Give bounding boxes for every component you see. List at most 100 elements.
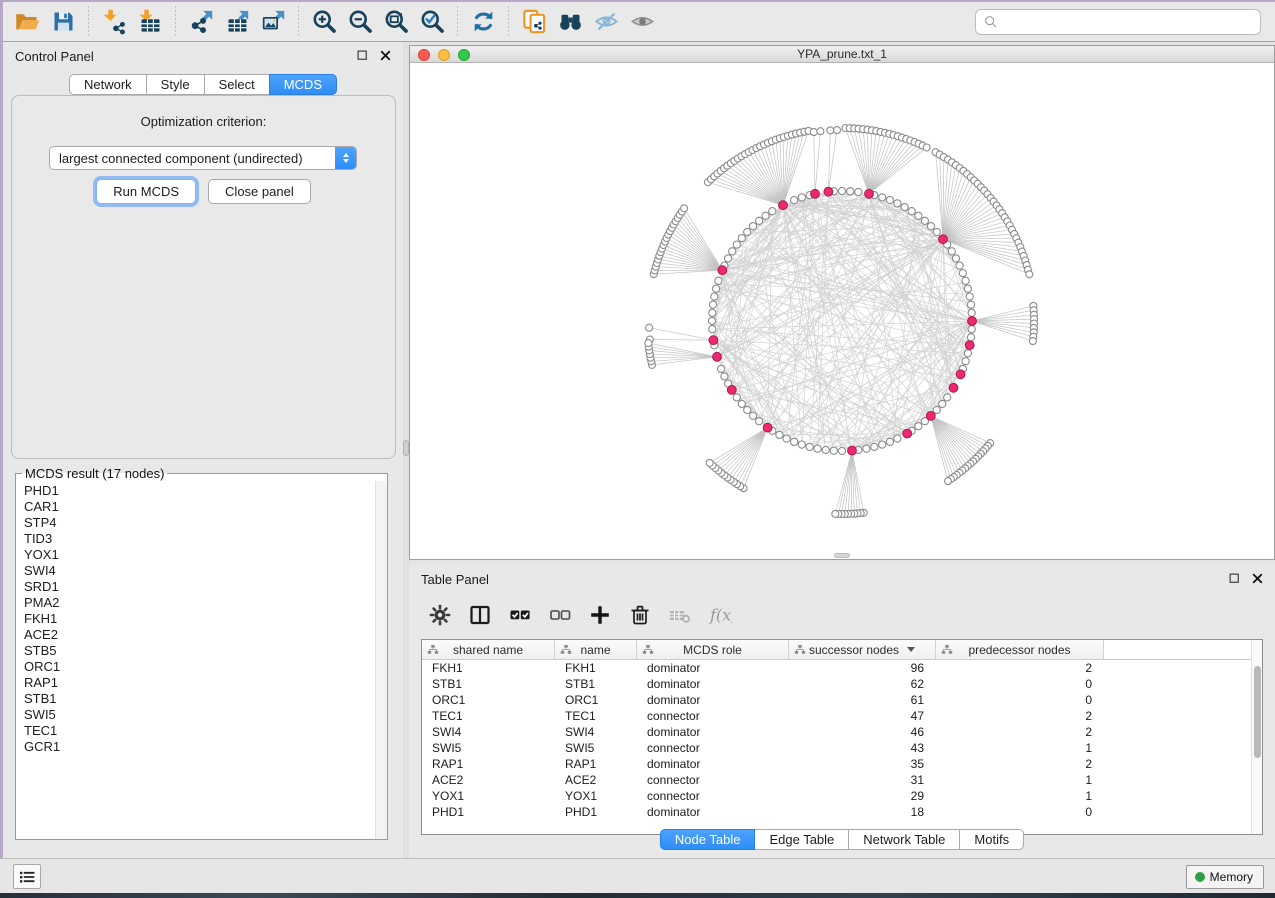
- import-network-button[interactable]: [96, 5, 132, 39]
- cell[interactable]: 2: [936, 708, 1104, 724]
- table-tab-edge-table[interactable]: Edge Table: [754, 829, 849, 850]
- mcds-result-item[interactable]: STP4: [24, 515, 387, 531]
- cell[interactable]: 31: [789, 772, 936, 788]
- export-table-button[interactable]: [219, 5, 255, 39]
- cell[interactable]: connector: [637, 708, 789, 724]
- table-row[interactable]: STB1STB1dominator620: [422, 676, 1251, 692]
- close-table-button[interactable]: [1250, 571, 1265, 586]
- zoom-in-button[interactable]: [306, 5, 342, 39]
- column-header-predecessor-nodes[interactable]: predecessor nodes: [936, 640, 1104, 659]
- mcds-result-item[interactable]: ACE2: [24, 627, 387, 643]
- mcds-result-item[interactable]: SWI4: [24, 563, 387, 579]
- table-row[interactable]: ORC1ORC1dominator610: [422, 692, 1251, 708]
- table-tab-motifs[interactable]: Motifs: [959, 829, 1024, 850]
- cell[interactable]: FKH1: [422, 660, 555, 676]
- delete-row-button[interactable]: [623, 598, 657, 632]
- cell[interactable]: 2: [936, 724, 1104, 740]
- maximize-window-button[interactable]: [458, 49, 470, 61]
- table-row[interactable]: FKH1FKH1dominator962: [422, 660, 1251, 676]
- cell[interactable]: TEC1: [422, 708, 555, 724]
- show-all-button[interactable]: [624, 5, 660, 39]
- mcds-result-item[interactable]: RAP1: [24, 675, 387, 691]
- table-tab-node-table[interactable]: Node Table: [660, 829, 756, 850]
- cell[interactable]: 0: [936, 804, 1104, 820]
- table-row[interactable]: TEC1TEC1connector472: [422, 708, 1251, 724]
- table-row[interactable]: PHD1PHD1dominator180: [422, 804, 1251, 820]
- cell[interactable]: 43: [789, 740, 936, 756]
- zoom-out-button[interactable]: [342, 5, 378, 39]
- network-graph[interactable]: [410, 63, 1274, 559]
- criterion-select[interactable]: largest connected component (undirected): [49, 146, 357, 170]
- memory-button[interactable]: Memory: [1186, 865, 1264, 889]
- mcds-result-item[interactable]: FKH1: [24, 611, 387, 627]
- cell[interactable]: ACE2: [555, 772, 637, 788]
- mcds-result-item[interactable]: GCR1: [24, 739, 387, 755]
- cell[interactable]: connector: [637, 788, 789, 804]
- float-table-button[interactable]: [1227, 571, 1242, 586]
- duplicate-network-button[interactable]: [516, 5, 552, 39]
- mcds-result-item[interactable]: YOX1: [24, 547, 387, 563]
- open-folder-button[interactable]: [9, 5, 45, 39]
- cell[interactable]: connector: [637, 740, 789, 756]
- cell[interactable]: SWI4: [422, 724, 555, 740]
- cell[interactable]: dominator: [637, 804, 789, 820]
- cell[interactable]: SWI5: [422, 740, 555, 756]
- cell[interactable]: 0: [936, 676, 1104, 692]
- cell[interactable]: 2: [936, 756, 1104, 772]
- hide-selected-button[interactable]: [588, 5, 624, 39]
- cell[interactable]: ORC1: [555, 692, 637, 708]
- cell[interactable]: STB1: [422, 676, 555, 692]
- cell[interactable]: dominator: [637, 660, 789, 676]
- tab-mcds[interactable]: MCDS: [269, 74, 337, 95]
- clear-selection-button[interactable]: [543, 598, 577, 632]
- cell[interactable]: PHD1: [555, 804, 637, 820]
- zoom-selected-button[interactable]: [414, 5, 450, 39]
- mcds-result-item[interactable]: PHD1: [24, 483, 387, 499]
- mcds-result-item[interactable]: STB5: [24, 643, 387, 659]
- table-row[interactable]: SWI4SWI4dominator462: [422, 724, 1251, 740]
- cell[interactable]: dominator: [637, 676, 789, 692]
- cell[interactable]: connector: [637, 772, 789, 788]
- search-input[interactable]: [999, 12, 1260, 32]
- close-mcds-button[interactable]: Close panel: [208, 179, 311, 204]
- tab-network[interactable]: Network: [69, 74, 147, 95]
- add-row-button[interactable]: [583, 598, 617, 632]
- cell[interactable]: SWI4: [555, 724, 637, 740]
- cell[interactable]: 61: [789, 692, 936, 708]
- cell[interactable]: 29: [789, 788, 936, 804]
- cell[interactable]: FKH1: [555, 660, 637, 676]
- horizontal-splitter-handle[interactable]: [834, 553, 850, 558]
- mcds-result-item[interactable]: STB1: [24, 691, 387, 707]
- table-scrollbar-thumb[interactable]: [1254, 666, 1261, 758]
- task-history-button[interactable]: [13, 864, 41, 889]
- cell[interactable]: 1: [936, 788, 1104, 804]
- table-tab-network-table[interactable]: Network Table: [848, 829, 960, 850]
- mcds-result-item[interactable]: SWI5: [24, 707, 387, 723]
- table-row[interactable]: ACE2ACE2connector311: [422, 772, 1251, 788]
- columns-button[interactable]: [463, 598, 497, 632]
- cell[interactable]: 1: [936, 772, 1104, 788]
- zoom-fit-button[interactable]: [378, 5, 414, 39]
- table-row[interactable]: YOX1YOX1connector291: [422, 788, 1251, 804]
- find-binoculars-button[interactable]: [552, 5, 588, 39]
- result-scrollbar[interactable]: [375, 481, 387, 839]
- cell[interactable]: YOX1: [555, 788, 637, 804]
- table-row[interactable]: RAP1RAP1dominator352: [422, 756, 1251, 772]
- cell[interactable]: ORC1: [422, 692, 555, 708]
- column-header-successor-nodes[interactable]: successor nodes: [789, 640, 936, 659]
- cell[interactable]: 46: [789, 724, 936, 740]
- mcds-result-item[interactable]: ORC1: [24, 659, 387, 675]
- tab-select[interactable]: Select: [204, 74, 270, 95]
- mcds-result-item[interactable]: SRD1: [24, 579, 387, 595]
- cell[interactable]: RAP1: [555, 756, 637, 772]
- table-scrollbar[interactable]: [1251, 640, 1262, 834]
- cell[interactable]: ACE2: [422, 772, 555, 788]
- minimize-window-button[interactable]: [438, 49, 450, 61]
- cell[interactable]: 62: [789, 676, 936, 692]
- mcds-result-item[interactable]: TID3: [24, 531, 387, 547]
- cell[interactable]: RAP1: [422, 756, 555, 772]
- mcds-result-item[interactable]: PMA2: [24, 595, 387, 611]
- run-mcds-button[interactable]: Run MCDS: [96, 179, 196, 204]
- tab-style[interactable]: Style: [146, 74, 205, 95]
- cell[interactable]: 35: [789, 756, 936, 772]
